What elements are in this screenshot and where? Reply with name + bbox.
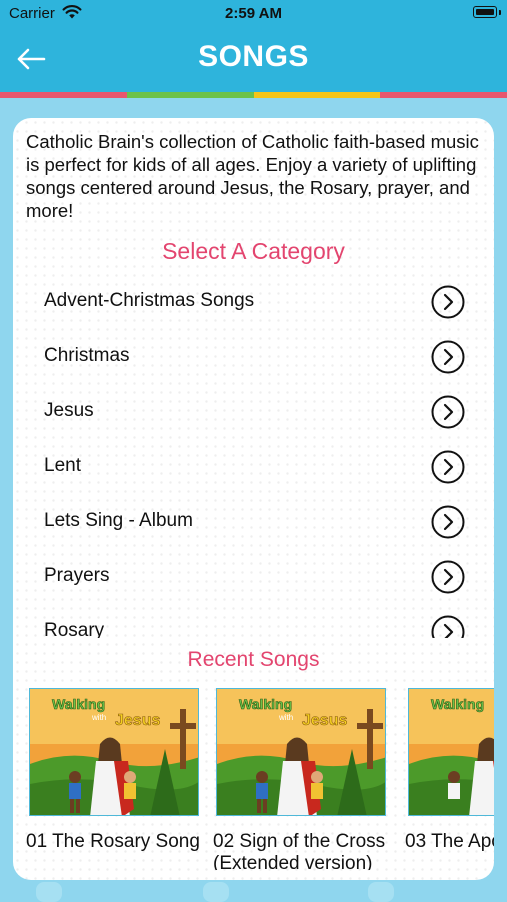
song-title: 01 The Rosary Song	[26, 831, 200, 852]
album-logo-text: Walking	[239, 696, 292, 712]
color-stripe	[0, 92, 507, 98]
content-card: Catholic Brain's collection of Catholic …	[13, 118, 494, 880]
header-bar: SONGS	[0, 26, 507, 92]
chevron-right-circle-icon[interactable]	[431, 285, 465, 319]
stripe-segment	[126, 92, 254, 98]
battery-cap	[499, 10, 501, 15]
page-title: SONGS	[198, 40, 309, 73]
category-label: Lets Sing - Album	[44, 510, 193, 531]
album-art-image: Walking	[409, 689, 494, 815]
category-label: Christmas	[44, 345, 130, 366]
status-bar: Carrier 2:59 AM	[0, 0, 507, 26]
recent-songs-carousel[interactable]: Walking with Jesus 01 The Rosary Song Wa…	[13, 688, 494, 870]
category-item-prayers[interactable]: Prayers	[13, 551, 494, 606]
song-title: 03 The Apostles' Creed	[405, 831, 494, 852]
bottom-bar-hint	[0, 880, 507, 902]
category-label: Jesus	[44, 400, 94, 421]
category-label: Rosary	[44, 620, 105, 638]
chevron-right-circle-icon[interactable]	[431, 505, 465, 539]
album-logo-text: Walking	[431, 696, 484, 712]
category-item-lets-sing-album[interactable]: Lets Sing - Album	[13, 496, 494, 551]
chevron-right-circle-icon[interactable]	[431, 615, 465, 638]
stripe-segment	[253, 92, 381, 98]
category-item-rosary[interactable]: Rosary	[13, 606, 494, 638]
recent-song-card[interactable]: Walking 03 The Apostles' Creed	[405, 688, 494, 870]
recent-song-card[interactable]: Walking with Jesus 01 The Rosary Song	[26, 688, 206, 870]
category-label: Lent	[44, 455, 81, 476]
album-logo-text: with	[91, 713, 106, 722]
stripe-segment	[380, 92, 507, 98]
stripe-segment	[0, 92, 127, 98]
category-label: Prayers	[44, 565, 110, 586]
battery-icon	[473, 6, 497, 18]
recent-section-title: Recent Songs	[187, 648, 320, 671]
song-thumbnail: Walking	[408, 688, 494, 816]
dock-item	[36, 882, 62, 902]
album-logo-text: Jesus	[115, 712, 160, 729]
recent-song-card[interactable]: Walking with Jesus 02 Sign of the Cross …	[213, 688, 393, 870]
category-section-title: Select A Category	[162, 238, 345, 264]
dock-item	[203, 882, 229, 902]
album-art-image: Walking with Jesus	[30, 689, 198, 815]
album-art-image: Walking with Jesus	[217, 689, 385, 815]
chevron-right-circle-icon[interactable]	[431, 340, 465, 374]
song-title: 02 Sign of the Cross	[213, 831, 386, 852]
category-item-lent[interactable]: Lent	[13, 441, 494, 496]
chevron-right-circle-icon[interactable]	[431, 560, 465, 594]
song-thumbnail: Walking with Jesus	[29, 688, 199, 816]
intro-text: Catholic Brain's collection of Catholic …	[26, 131, 479, 221]
dock-item	[368, 882, 394, 902]
clock: 2:59 AM	[225, 5, 282, 22]
category-label: Advent-Christmas Songs	[44, 290, 255, 311]
chevron-right-circle-icon[interactable]	[431, 450, 465, 484]
category-item-christmas[interactable]: Christmas	[13, 331, 494, 386]
category-list[interactable]: Advent-Christmas Songs Christmas Jesus L…	[13, 276, 494, 638]
album-logo-text: with	[278, 713, 293, 722]
song-thumbnail: Walking with Jesus	[216, 688, 386, 816]
song-subtitle: (Extended version)	[213, 853, 373, 870]
album-logo-text: Jesus	[302, 712, 347, 729]
category-item-advent-christmas[interactable]: Advent-Christmas Songs	[13, 276, 494, 331]
category-item-jesus[interactable]: Jesus	[13, 386, 494, 441]
album-logo-text: Walking	[52, 696, 105, 712]
chevron-right-circle-icon[interactable]	[431, 395, 465, 429]
